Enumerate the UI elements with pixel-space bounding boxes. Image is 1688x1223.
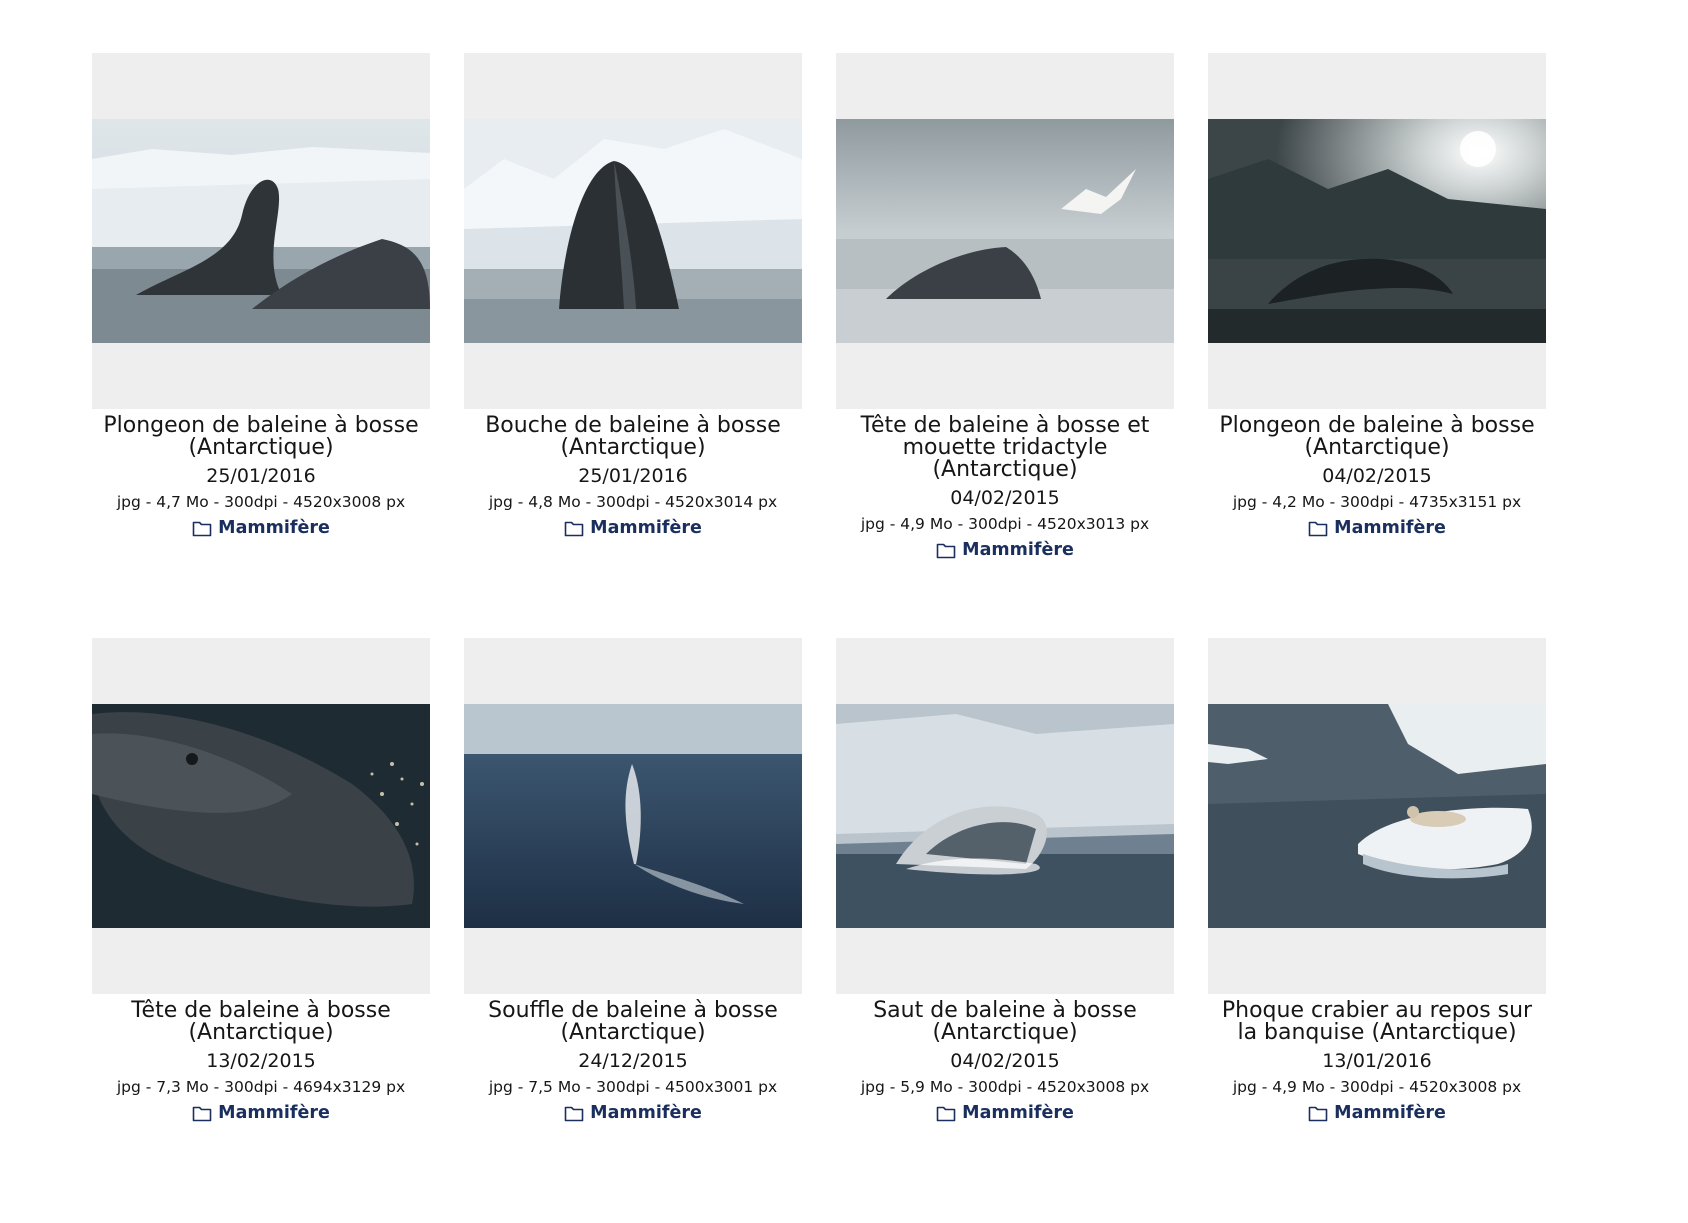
whale-mouth-photo bbox=[464, 119, 802, 343]
photo-card: Phoque crabier au repos sur la banquise … bbox=[1208, 638, 1546, 1223]
photo-file-info: jpg - 5,9 Mo - 300dpi - 4520x3008 px bbox=[860, 1078, 1150, 1096]
photo-card: Plongeon de baleine à bosse (Antarctique… bbox=[92, 53, 430, 638]
photo-thumbnail[interactable] bbox=[1208, 638, 1546, 994]
whale-breach-photo bbox=[836, 704, 1174, 928]
category-link[interactable]: Mammifère bbox=[192, 1102, 330, 1124]
photo-file-info: jpg - 7,3 Mo - 300dpi - 4694x3129 px bbox=[116, 1078, 406, 1096]
photo-file-info: jpg - 4,8 Mo - 300dpi - 4520x3014 px bbox=[488, 493, 778, 511]
crabeater-seal-on-ice-photo bbox=[1208, 704, 1546, 928]
category-label: Mammifère bbox=[1334, 1103, 1446, 1123]
category-label: Mammifère bbox=[218, 1103, 330, 1123]
folder-icon bbox=[192, 520, 212, 537]
photo-card: Bouche de baleine à bosse (Antarctique) … bbox=[464, 53, 802, 638]
folder-icon bbox=[1308, 520, 1328, 537]
category-label: Mammifère bbox=[1334, 518, 1446, 538]
whale-fluke-sunlight-photo bbox=[1208, 119, 1546, 343]
folder-icon bbox=[564, 520, 584, 537]
folder-icon bbox=[1308, 1105, 1328, 1122]
category-link[interactable]: Mammifère bbox=[1308, 1102, 1446, 1124]
photo-title[interactable]: Phoque crabier au repos sur la banquise … bbox=[1216, 1000, 1538, 1044]
photo-card: Plongeon de baleine à bosse (Antarctique… bbox=[1208, 53, 1546, 638]
photo-title[interactable]: Souffle de baleine à bosse (Antarctique) bbox=[472, 1000, 794, 1044]
category-link[interactable]: Mammifère bbox=[936, 1102, 1074, 1124]
photo-file-info: jpg - 4,9 Mo - 300dpi - 4520x3013 px bbox=[860, 515, 1150, 533]
category-label: Mammifère bbox=[962, 540, 1074, 560]
category-link[interactable]: Mammifère bbox=[564, 517, 702, 539]
photo-title[interactable]: Tête de baleine à bosse et mouette trida… bbox=[844, 415, 1166, 481]
category-link[interactable]: Mammifère bbox=[564, 1102, 702, 1124]
category-label: Mammifère bbox=[590, 518, 702, 538]
category-link[interactable]: Mammifère bbox=[192, 517, 330, 539]
photo-thumbnail[interactable] bbox=[836, 638, 1174, 994]
photo-card: Saut de baleine à bosse (Antarctique) 04… bbox=[836, 638, 1174, 1223]
photo-thumbnail[interactable] bbox=[464, 53, 802, 409]
whale-head-underwater-photo bbox=[92, 704, 430, 928]
photo-date: 04/02/2015 bbox=[950, 1050, 1060, 1072]
category-label: Mammifère bbox=[962, 1103, 1074, 1123]
folder-icon bbox=[936, 1105, 956, 1122]
folder-icon bbox=[192, 1105, 212, 1122]
category-link[interactable]: Mammifère bbox=[1308, 517, 1446, 539]
photo-date: 04/02/2015 bbox=[1322, 465, 1432, 487]
photo-date: 25/01/2016 bbox=[578, 465, 688, 487]
photo-title[interactable]: Plongeon de baleine à bosse (Antarctique… bbox=[100, 415, 422, 459]
photo-title[interactable]: Tête de baleine à bosse (Antarctique) bbox=[100, 1000, 422, 1044]
photo-gallery-grid: Plongeon de baleine à bosse (Antarctique… bbox=[92, 53, 1546, 1223]
folder-icon bbox=[936, 542, 956, 559]
category-label: Mammifère bbox=[590, 1103, 702, 1123]
whale-tail-dive-photo bbox=[92, 119, 430, 343]
whale-blow-photo bbox=[464, 704, 802, 928]
photo-thumbnail[interactable] bbox=[92, 53, 430, 409]
photo-thumbnail[interactable] bbox=[836, 53, 1174, 409]
photo-date: 13/01/2016 bbox=[1322, 1050, 1432, 1072]
photo-thumbnail[interactable] bbox=[464, 638, 802, 994]
photo-card: Tête de baleine à bosse et mouette trida… bbox=[836, 53, 1174, 638]
folder-icon bbox=[564, 1105, 584, 1122]
photo-date: 13/02/2015 bbox=[206, 1050, 316, 1072]
photo-thumbnail[interactable] bbox=[92, 638, 430, 994]
photo-date: 25/01/2016 bbox=[206, 465, 316, 487]
photo-thumbnail[interactable] bbox=[1208, 53, 1546, 409]
photo-file-info: jpg - 7,5 Mo - 300dpi - 4500x3001 px bbox=[488, 1078, 778, 1096]
photo-title[interactable]: Bouche de baleine à bosse (Antarctique) bbox=[472, 415, 794, 459]
photo-file-info: jpg - 4,7 Mo - 300dpi - 4520x3008 px bbox=[116, 493, 406, 511]
photo-date: 04/02/2015 bbox=[950, 487, 1060, 509]
photo-title[interactable]: Plongeon de baleine à bosse (Antarctique… bbox=[1216, 415, 1538, 459]
photo-date: 24/12/2015 bbox=[578, 1050, 688, 1072]
photo-card: Tête de baleine à bosse (Antarctique) 13… bbox=[92, 638, 430, 1223]
photo-file-info: jpg - 4,9 Mo - 300dpi - 4520x3008 px bbox=[1232, 1078, 1522, 1096]
photo-card: Souffle de baleine à bosse (Antarctique)… bbox=[464, 638, 802, 1223]
photo-title[interactable]: Saut de baleine à bosse (Antarctique) bbox=[844, 1000, 1166, 1044]
whale-head-and-gull-photo bbox=[836, 119, 1174, 343]
category-label: Mammifère bbox=[218, 518, 330, 538]
category-link[interactable]: Mammifère bbox=[936, 539, 1074, 561]
photo-file-info: jpg - 4,2 Mo - 300dpi - 4735x3151 px bbox=[1232, 493, 1522, 511]
